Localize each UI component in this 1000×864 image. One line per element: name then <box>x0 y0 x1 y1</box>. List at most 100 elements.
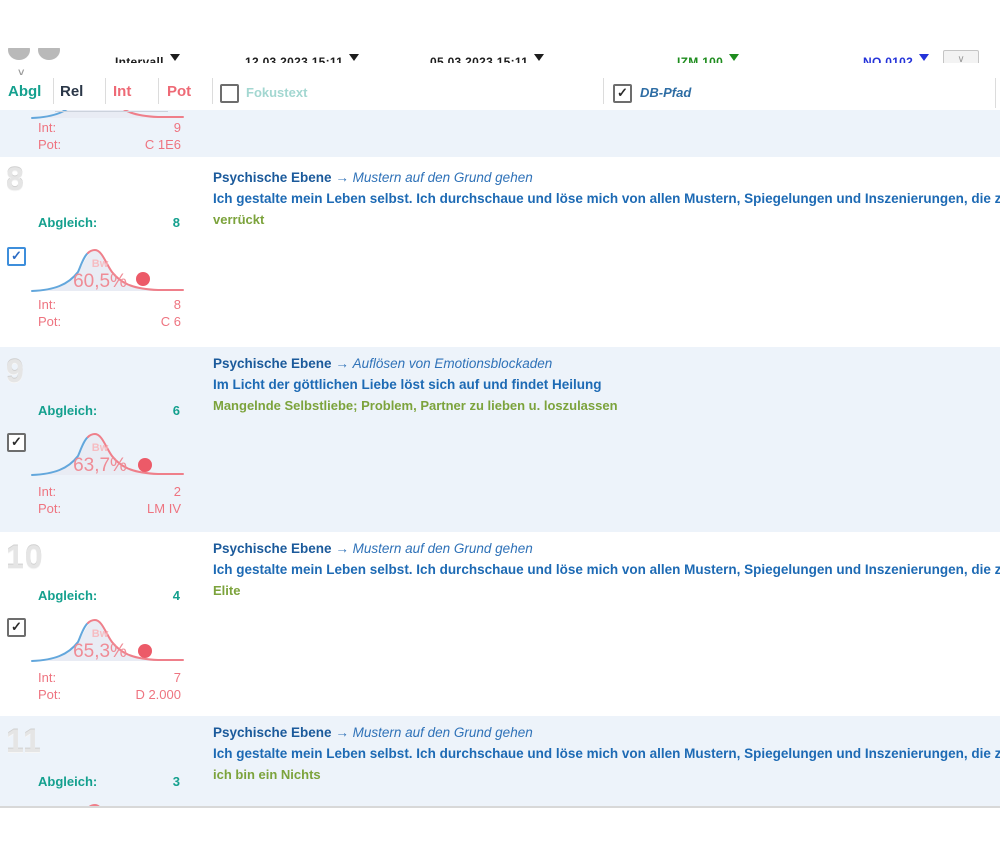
item-category: Mustern auf den Grund gehen <box>353 170 533 185</box>
item-number: 10 <box>6 539 44 576</box>
list-item[interactable]: 10 Abgleich: 4 ✓ Bw 65,3% Int: 7 Pot: D … <box>0 532 1000 716</box>
dropdown-arrow-icon <box>349 54 359 61</box>
bell-curve-chart <box>30 798 185 806</box>
int-label: Int: <box>38 484 56 499</box>
int-label: Int: <box>38 670 56 685</box>
tab-separator <box>158 78 159 104</box>
item-title: Psychische Ebene <box>213 725 332 740</box>
int-value: 7 <box>174 670 181 685</box>
interval-dropdown-label: Intervall <box>115 55 164 63</box>
bw-label: Bw <box>92 258 109 270</box>
item-keyword: verrückt <box>213 209 1000 230</box>
bell-curve-chart: Bw 60,5% <box>30 243 185 295</box>
abgleich-value: 6 <box>173 403 180 418</box>
percent-value: 60,5% <box>73 271 127 292</box>
date-to-dropdown[interactable]: 05.03.2023 15:11 <box>430 48 544 63</box>
no-dropdown-label: NO 0102 <box>863 55 913 63</box>
curve-clip-edge <box>55 111 168 112</box>
list-bottom-border <box>0 806 1000 808</box>
date-from-dropdown-label: 12.03.2023 15:11 <box>245 55 343 63</box>
item-checkbox[interactable]: ✓ <box>7 618 26 637</box>
item-title: Psychische Ebene <box>213 356 332 371</box>
db-pfad-checkbox[interactable]: ✓ <box>613 84 632 103</box>
dropdown-arrow-icon <box>729 54 739 61</box>
marker-dot <box>136 272 150 286</box>
item-category: Mustern auf den Grund gehen <box>353 725 533 740</box>
item-affirmation: Ich gestalte mein Leben selbst. Ich durc… <box>213 559 1000 580</box>
dropdown-arrow-icon <box>170 54 180 61</box>
list-item[interactable]: 9 Abgleich: 6 ✓ Bw 63,7% Int: 2 Pot: LM … <box>0 347 1000 532</box>
list-item[interactable]: 8 Abgleich: 8 ✓ Bw 60,5% Int: 8 Pot: C 6 <box>0 157 1000 347</box>
int-label: Int: <box>38 297 56 312</box>
dropdown-arrow-icon <box>919 54 929 61</box>
pot-value: D 2.000 <box>135 687 181 702</box>
arrow-icon: → <box>335 725 349 740</box>
int-value: 2 <box>174 484 181 499</box>
abgleich-label: Abgleich: <box>38 588 97 603</box>
abgleich-label: Abgleich: <box>38 215 97 230</box>
marker-dot <box>138 458 152 472</box>
nav-forward-icon[interactable] <box>38 48 60 60</box>
pot-value: C 6 <box>161 314 181 329</box>
percent-value: 63,7% <box>73 455 127 476</box>
int-value: 9 <box>174 120 181 135</box>
abgleich-label: Abgleich: <box>38 403 97 418</box>
tab-separator <box>995 78 996 108</box>
pot-value: LM IV <box>147 501 181 516</box>
abgleich-value: 3 <box>173 774 180 789</box>
item-affirmation: Im Licht der göttlichen Liebe löst sich … <box>213 374 618 395</box>
chevron-down-icon[interactable]: ˅ <box>18 67 24 79</box>
list-item[interactable]: 11 Abgleich: 3 Psychische Ebene → Muster… <box>0 716 1000 806</box>
int-label: Int: <box>38 120 56 135</box>
mini-dropdown-button[interactable]: ∨ <box>943 50 979 63</box>
arrow-icon: → <box>335 170 349 185</box>
bw-label: Bw <box>92 442 109 454</box>
item-title: Psychische Ebene <box>213 170 332 185</box>
item-affirmation: Ich gestalte mein Leben selbst. Ich durc… <box>213 743 1000 764</box>
tab-int[interactable]: Int <box>113 83 131 100</box>
item-keyword: Mangelnde Selbstliebe; Problem, Partner … <box>213 395 618 416</box>
item-category: Auflösen von Emotionsblockaden <box>353 356 553 371</box>
item-affirmation: Ich gestalte mein Leben selbst. Ich durc… <box>213 188 1000 209</box>
arrow-icon: → <box>335 541 349 556</box>
item-checkbox[interactable]: ✓ <box>7 433 26 452</box>
tab-abgl[interactable]: Abgl <box>8 83 41 100</box>
date-from-dropdown[interactable]: 12.03.2023 15:11 <box>245 48 359 63</box>
bell-curve-chart: Bw 63,7% <box>30 427 185 479</box>
top-toolbar: Intervall 12.03.2023 15:11 05.03.2023 15… <box>0 48 1000 63</box>
pot-value: C 1E6 <box>145 137 181 152</box>
pot-label: Pot: <box>38 137 61 152</box>
nav-back-icon[interactable] <box>8 48 30 60</box>
date-to-dropdown-label: 05.03.2023 15:11 <box>430 55 528 63</box>
izm-dropdown[interactable]: IZM 100 <box>677 48 739 63</box>
item-category: Mustern auf den Grund gehen <box>353 541 533 556</box>
interval-dropdown[interactable]: Intervall <box>115 48 180 63</box>
list-item[interactable]: Int: 9 Pot: C 1E6 <box>0 110 1000 157</box>
tab-rel[interactable]: Rel <box>60 83 83 100</box>
abgleich-value: 4 <box>173 588 180 603</box>
tab-separator <box>603 78 604 104</box>
izm-dropdown-label: IZM 100 <box>677 55 723 63</box>
item-number: 11 <box>6 723 42 760</box>
dropdown-arrow-icon <box>534 54 544 61</box>
fokustext-label: Fokustext <box>246 85 307 100</box>
item-number: 8 <box>6 161 25 198</box>
item-number: 9 <box>6 353 25 390</box>
arrow-icon: → <box>335 356 349 371</box>
marker-dot <box>138 644 152 658</box>
abgleich-label: Abgleich: <box>38 774 97 789</box>
pot-label: Pot: <box>38 501 61 516</box>
tab-pot[interactable]: Pot <box>167 83 191 100</box>
abgleich-value: 8 <box>173 215 180 230</box>
item-checkbox[interactable]: ✓ <box>7 247 26 266</box>
tab-separator <box>105 78 106 104</box>
fokustext-checkbox[interactable] <box>220 84 239 103</box>
db-pfad-label: DB-Pfad <box>640 85 691 100</box>
no-dropdown[interactable]: NO 0102 <box>863 48 929 63</box>
tab-bar: ˅ Abgl Rel Int Pot Fokustext ✓ DB-Pfad <box>0 75 1000 110</box>
item-title: Psychische Ebene <box>213 541 332 556</box>
pot-label: Pot: <box>38 314 61 329</box>
bell-curve-chart: Bw 65,3% <box>30 613 185 665</box>
tab-separator <box>212 78 213 104</box>
tab-separator <box>53 78 54 104</box>
